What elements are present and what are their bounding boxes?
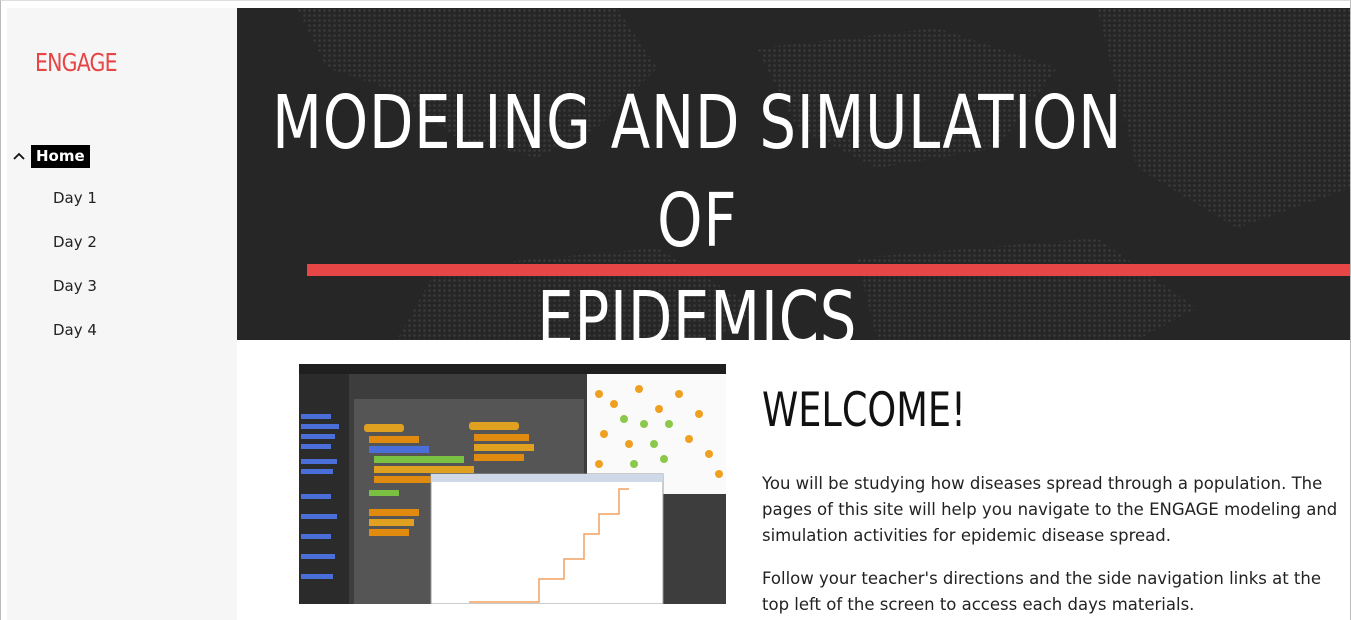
sidebar-item-label[interactable]: Home	[31, 145, 90, 168]
sidebar: ENGAGE Home Day 1 Day 2 Day 3 Day 4	[7, 8, 237, 620]
snap-environment-screenshot	[299, 364, 726, 604]
site-brand[interactable]: ENGAGE	[35, 48, 118, 77]
intro-paragraph: You will be studying how diseases spread…	[762, 474, 1338, 545]
hero-banner: MODELING AND SIMULATION OF EPIDEMICS	[237, 8, 1350, 340]
sidebar-item-day-3[interactable]: Day 3	[53, 277, 97, 295]
hero-accent-bar	[307, 264, 1350, 276]
welcome-heading: WELCOME!	[762, 383, 966, 438]
sidebar-item-day-1[interactable]: Day 1	[53, 189, 97, 207]
sidebar-item-day-4[interactable]: Day 4	[53, 321, 97, 339]
sidebar-item-home[interactable]: Home	[11, 145, 90, 168]
sidebar-item-day-2[interactable]: Day 2	[53, 233, 97, 251]
screenshot-image	[299, 364, 726, 604]
directions-paragraph: Follow your teacher's directions and the…	[762, 569, 1322, 614]
page-title: MODELING AND SIMULATION OF EPIDEMICS	[272, 80, 1123, 340]
chevron-up-icon[interactable]	[11, 149, 27, 165]
